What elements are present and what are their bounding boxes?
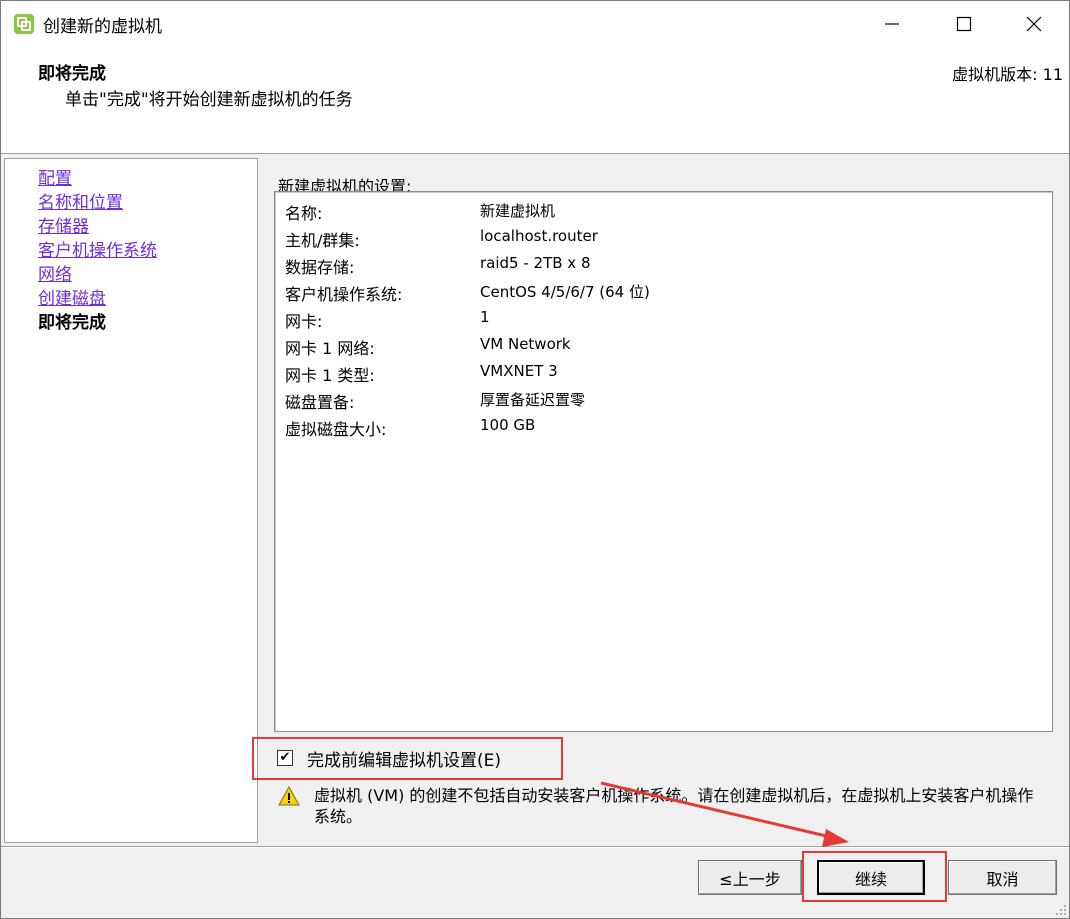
- minimize-button[interactable]: [857, 1, 927, 47]
- setting-value: CentOS 4/5/6/7 (64 位): [480, 283, 650, 301]
- back-button[interactable]: ≤上一步: [698, 860, 802, 895]
- checkmark-icon: ✔: [279, 750, 291, 765]
- setting-value: VMXNET 3: [480, 362, 558, 380]
- sidebar-item-storage[interactable]: 存储器: [38, 212, 89, 237]
- warning-icon: [278, 786, 300, 806]
- window-title: 创建新的虚拟机: [43, 17, 162, 37]
- setting-label: 磁盘置备:: [285, 393, 355, 412]
- continue-button[interactable]: 继续: [817, 860, 925, 895]
- page-subtitle: 单击"完成"将开始创建新虚拟机的任务: [65, 90, 353, 110]
- setting-label: 数据存储:: [285, 258, 355, 277]
- setting-value: localhost.router: [480, 227, 598, 245]
- close-button[interactable]: [999, 1, 1069, 47]
- setting-value: 厚置备延迟置零: [480, 391, 586, 409]
- setting-label: 网卡 1 类型:: [285, 366, 375, 385]
- vmware-app-icon: [14, 14, 34, 34]
- wizard-window: 创建新的虚拟机 即将完成 单击"完成"将开始创建新虚拟机的任务 虚拟机版本: 1…: [0, 0, 1070, 919]
- warning-message: 虚拟机 (VM) 的创建不包括自动安装客户机操作系统。请在创建虚拟机后，在虚拟机…: [314, 786, 1034, 826]
- resize-grip-icon[interactable]: [1053, 902, 1067, 916]
- setting-label: 虚拟磁盘大小:: [285, 420, 387, 439]
- setting-label: 主机/群集:: [285, 231, 360, 250]
- wizard-header: 即将完成 单击"完成"将开始创建新虚拟机的任务 虚拟机版本: 11: [1, 47, 1069, 154]
- maximize-button[interactable]: [929, 1, 999, 47]
- setting-value: 新建虚拟机: [480, 202, 556, 220]
- edit-before-finish-checkbox[interactable]: ✔ 完成前编辑虚拟机设置(E): [277, 746, 502, 771]
- sidebar-item-name-location[interactable]: 名称和位置: [38, 188, 123, 213]
- title-bar: 创建新的虚拟机: [1, 1, 1069, 47]
- cancel-button[interactable]: 取消: [948, 860, 1057, 895]
- vm-version-label: 虚拟机版本: 11: [952, 65, 1063, 84]
- sidebar-item-create-disk[interactable]: 创建磁盘: [38, 284, 106, 309]
- sidebar-item-network[interactable]: 网络: [38, 260, 72, 285]
- setting-value: VM Network: [480, 335, 571, 353]
- setting-label: 网卡 1 网络:: [285, 339, 375, 358]
- checkbox-box[interactable]: ✔: [277, 750, 293, 766]
- setting-value: raid5 - 2TB x 8: [480, 254, 591, 272]
- close-icon: [1026, 16, 1042, 32]
- page-title: 即将完成: [38, 64, 106, 84]
- setting-value: 1: [480, 308, 490, 326]
- sidebar-item-guest-os[interactable]: 客户机操作系统: [38, 236, 157, 261]
- footer-divider: [1, 846, 1069, 848]
- minimize-icon: [885, 23, 899, 25]
- setting-label: 网卡:: [285, 312, 323, 331]
- setting-value: 100 GB: [480, 416, 536, 434]
- setting-label: 客户机操作系统:: [285, 285, 403, 304]
- sidebar-item-ready-to-complete: 即将完成: [38, 313, 106, 333]
- checkbox-label: 完成前编辑虚拟机设置(E): [307, 750, 502, 771]
- wizard-steps-sidebar: 配置 名称和位置 存储器 客户机操作系统 网络 创建磁盘 即将完成: [4, 158, 258, 843]
- settings-summary-box: 名称: 新建虚拟机 主机/群集: localhost.router 数据存储: …: [274, 191, 1053, 732]
- sidebar-item-config[interactable]: 配置: [38, 164, 72, 189]
- maximize-icon: [956, 16, 972, 32]
- setting-label: 名称:: [285, 204, 323, 223]
